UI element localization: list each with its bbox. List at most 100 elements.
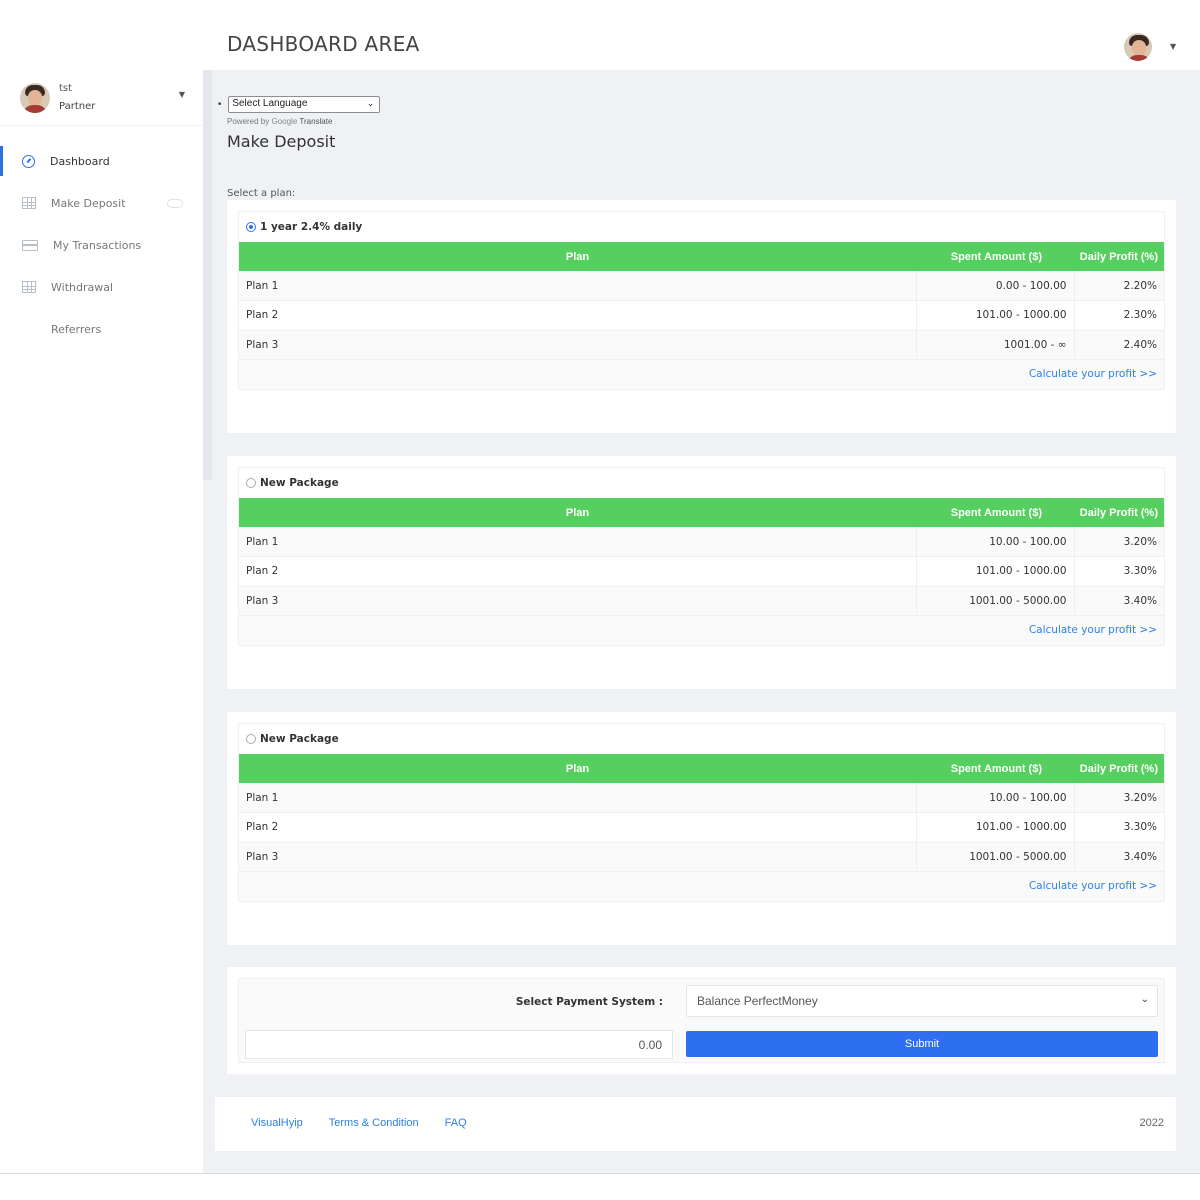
footer-link-visualhyip[interactable]: VisualHyip xyxy=(251,1117,303,1129)
user-menu[interactable]: tst Partner ▼ xyxy=(0,70,203,126)
language-select[interactable]: Select Language ⌄ xyxy=(228,96,381,113)
column-header-profit: Daily Profit (%) xyxy=(1074,242,1164,271)
main-content: • Select Language ⌄ Powered by Google Tr… xyxy=(203,70,1200,1174)
profit-cell: 3.30% xyxy=(1074,812,1164,843)
plan-cell: Plan 3 xyxy=(239,330,917,360)
sidebar-item-label: Referrers xyxy=(51,322,102,336)
avatar xyxy=(20,82,50,113)
spent-cell: 101.00 - 1000.00 xyxy=(916,556,1075,587)
footer-link-faq[interactable]: FAQ xyxy=(445,1117,467,1129)
spent-cell: 101.00 - 1000.00 xyxy=(916,812,1075,843)
sidebar-item-label: My Transactions xyxy=(53,238,142,252)
sidebar-item-make-deposit[interactable]: Make Deposit xyxy=(0,182,203,224)
plan-cell: Plan 3 xyxy=(239,586,917,616)
package-card: New Package Plan Spent Amount ($) Daily … xyxy=(227,456,1176,689)
radio-button[interactable] xyxy=(246,734,256,744)
column-header-spent: Spent Amount ($) xyxy=(916,498,1074,527)
plans-table: Plan Spent Amount ($) Daily Profit (%) P… xyxy=(239,754,1164,872)
package-card: 1 year 2.4% daily Plan Spent Amount ($) … xyxy=(227,200,1176,433)
google-label: Google xyxy=(271,117,298,126)
column-header-spent: Spent Amount ($) xyxy=(916,242,1074,271)
submit-button[interactable]: Submit xyxy=(686,1031,1158,1057)
translate-link[interactable]: Translate xyxy=(299,117,332,126)
spent-cell: 1001.00 - 5000.00 xyxy=(916,842,1075,872)
profit-cell: 3.40% xyxy=(1074,586,1164,616)
sidebar-item-dashboard[interactable]: Dashboard xyxy=(0,140,203,182)
footer-link-terms[interactable]: Terms & Condition xyxy=(329,1117,419,1129)
powered-by-text: Powered by Google Translate xyxy=(227,117,332,126)
profit-cell: 3.30% xyxy=(1074,556,1164,587)
sidebar-logo-area xyxy=(0,0,203,70)
table-row: Plan 3 1001.00 - 5000.00 3.40% xyxy=(239,842,1164,872)
spent-cell: 10.00 - 100.00 xyxy=(916,783,1075,813)
profit-cell: 2.30% xyxy=(1074,300,1164,331)
table-row: Plan 2 101.00 - 1000.00 2.30% xyxy=(239,300,1164,331)
package-name: New Package xyxy=(260,733,339,745)
powered-by-label: Powered by xyxy=(227,117,270,126)
profit-cell: 3.20% xyxy=(1074,527,1164,557)
chevron-down-icon: ⌄ xyxy=(366,98,375,108)
amount-input[interactable]: 0.00 xyxy=(245,1030,673,1059)
plan-cell: Plan 2 xyxy=(239,556,917,587)
caret-down-icon[interactable]: ▼ xyxy=(1170,42,1176,51)
calculate-profit-link[interactable]: Calculate your profit >> xyxy=(1029,880,1157,892)
spent-cell: 1001.00 - 5000.00 xyxy=(916,586,1075,616)
radio-button[interactable] xyxy=(246,478,256,488)
table-row: Plan 2 101.00 - 1000.00 3.30% xyxy=(239,812,1164,843)
select-plan-label: Select a plan: xyxy=(227,188,296,199)
sidebar-item-referrers[interactable]: Referrers xyxy=(0,308,203,350)
language-select-value: Select Language xyxy=(232,98,308,109)
column-header-plan: Plan xyxy=(239,498,916,527)
package-option[interactable]: New Package xyxy=(239,724,1164,754)
package-option[interactable]: New Package xyxy=(239,468,1164,498)
spent-cell: 0.00 - 100.00 xyxy=(916,271,1075,301)
table-row: Plan 1 10.00 - 100.00 3.20% xyxy=(239,527,1164,557)
column-header-plan: Plan xyxy=(239,754,916,783)
payment-form: Select Payment System : Balance PerfectM… xyxy=(238,978,1165,1063)
column-header-profit: Daily Profit (%) xyxy=(1074,754,1164,783)
plan-cell: Plan 2 xyxy=(239,300,917,331)
profit-cell: 2.40% xyxy=(1074,330,1164,360)
sidebar-item-withdrawal[interactable]: Withdrawal xyxy=(0,266,203,308)
spent-cell: 10.00 - 100.00 xyxy=(916,527,1075,557)
sidebar-item-label: Withdrawal xyxy=(51,280,114,294)
footer: VisualHyip Terms & Condition FAQ 2022 xyxy=(215,1097,1176,1151)
calculate-profit-link[interactable]: Calculate your profit >> xyxy=(1029,624,1157,636)
plan-cell: Plan 3 xyxy=(239,842,917,872)
caret-down-icon[interactable]: ▼ xyxy=(179,90,185,99)
plan-cell: Plan 1 xyxy=(239,783,917,813)
payment-system-label: Select Payment System : xyxy=(515,996,663,1008)
sidebar-item-my-transactions[interactable]: My Transactions xyxy=(0,224,203,266)
package-inner: New Package Plan Spent Amount ($) Daily … xyxy=(238,467,1165,646)
plan-cell: Plan 1 xyxy=(239,527,917,557)
profit-cell: 2.20% xyxy=(1074,271,1164,301)
column-header-plan: Plan xyxy=(239,242,916,271)
scrollbar[interactable] xyxy=(203,70,212,480)
header-avatar[interactable] xyxy=(1124,33,1152,61)
plans-table: Plan Spent Amount ($) Daily Profit (%) P… xyxy=(239,498,1164,616)
package-option[interactable]: 1 year 2.4% daily xyxy=(239,212,1164,242)
grid-icon xyxy=(22,281,36,293)
divider xyxy=(0,1173,1200,1174)
user-name: tst xyxy=(59,82,73,94)
profit-cell: 3.40% xyxy=(1074,842,1164,872)
package-inner: 1 year 2.4% daily Plan Spent Amount ($) … xyxy=(238,211,1165,390)
dashboard-gauge-icon xyxy=(22,154,35,168)
table-row: Plan 3 1001.00 - 5000.00 3.40% xyxy=(239,586,1164,616)
package-name: New Package xyxy=(260,477,339,489)
radio-button[interactable] xyxy=(246,222,256,232)
profit-cell: 3.20% xyxy=(1074,783,1164,813)
sidebar-item-label: Dashboard xyxy=(50,154,110,168)
payment-card: Select Payment System : Balance PerfectM… xyxy=(227,967,1176,1074)
top-header: DASHBOARD AREA ▼ xyxy=(203,0,1200,70)
table-row: Plan 1 10.00 - 100.00 3.20% xyxy=(239,783,1164,813)
chevron-down-icon: ⌄ xyxy=(1140,994,1149,1005)
grid-icon xyxy=(22,197,36,209)
sidebar: tst Partner ▼ Dashboard Make Deposit My … xyxy=(0,0,203,1174)
calculate-profit-link[interactable]: Calculate your profit >> xyxy=(1029,368,1157,380)
table-row: Plan 2 101.00 - 1000.00 3.30% xyxy=(239,556,1164,587)
payment-system-select[interactable]: Balance PerfectMoney ⌄ xyxy=(686,985,1158,1017)
sidebar-nav: Dashboard Make Deposit My Transactions W… xyxy=(0,126,203,350)
sidebar-item-label: Make Deposit xyxy=(51,196,126,210)
column-header-profit: Daily Profit (%) xyxy=(1074,498,1164,527)
